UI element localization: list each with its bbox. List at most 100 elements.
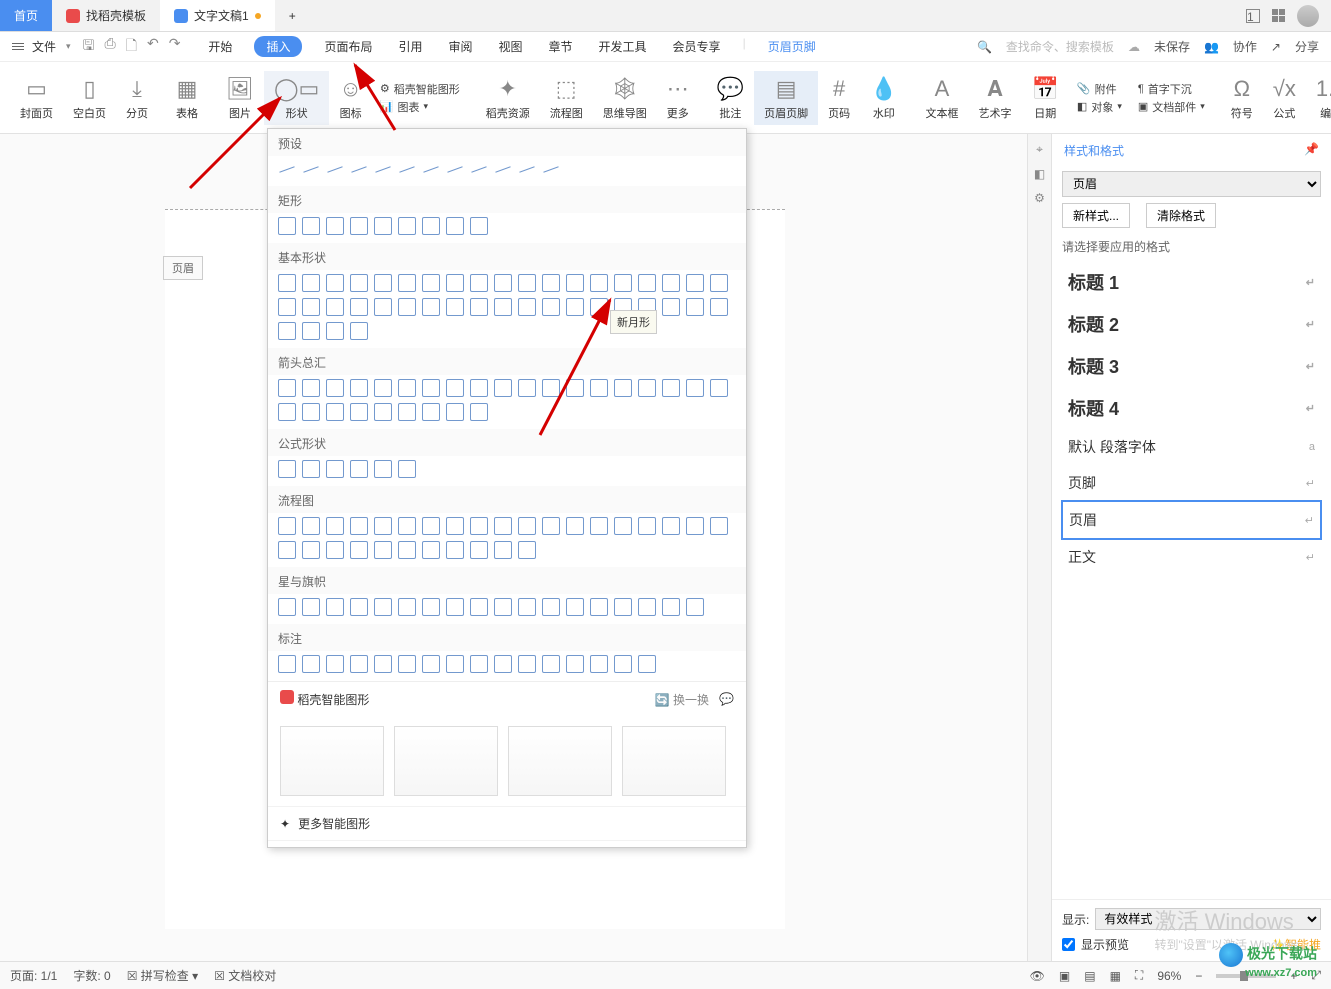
style-item[interactable]: 标题 2↵ xyxy=(1062,303,1321,345)
shape-item[interactable] xyxy=(470,598,488,616)
shape-item[interactable] xyxy=(470,160,488,178)
shape-item[interactable] xyxy=(302,217,320,235)
app-grid-icon[interactable] xyxy=(1272,9,1285,22)
textbox-button[interactable]: A文本框 xyxy=(916,71,969,125)
date-button[interactable]: 📅日期 xyxy=(1022,71,1069,125)
shape-item[interactable] xyxy=(470,517,488,535)
shape-item[interactable] xyxy=(590,274,608,292)
shape-item[interactable] xyxy=(350,274,368,292)
shape-item[interactable] xyxy=(710,274,728,292)
shape-item[interactable] xyxy=(686,598,704,616)
zoom-level[interactable]: 96% xyxy=(1157,969,1181,983)
shape-item[interactable] xyxy=(422,160,440,178)
share-button[interactable]: 分享 xyxy=(1295,38,1319,55)
shape-item[interactable] xyxy=(470,217,488,235)
shape-item[interactable] xyxy=(398,298,416,316)
shape-item[interactable] xyxy=(326,274,344,292)
shape-item[interactable] xyxy=(638,274,656,292)
view-mode-icon[interactable]: ▦ xyxy=(1110,969,1121,983)
shape-item[interactable] xyxy=(446,403,464,421)
shape-item[interactable] xyxy=(326,655,344,673)
shape-item[interactable] xyxy=(470,655,488,673)
style-item-selected[interactable]: 页眉↵ xyxy=(1062,501,1321,539)
shape-item[interactable] xyxy=(374,298,392,316)
shape-item[interactable] xyxy=(542,517,560,535)
shape-item[interactable] xyxy=(518,298,536,316)
tab-reference[interactable]: 引用 xyxy=(394,36,426,57)
shape-item[interactable] xyxy=(350,517,368,535)
shape-item[interactable] xyxy=(494,517,512,535)
page-break-button[interactable]: ⤓分页 xyxy=(116,71,158,125)
shape-item[interactable] xyxy=(374,160,392,178)
shape-item[interactable] xyxy=(398,598,416,616)
smart-shape-thumb[interactable] xyxy=(622,726,726,796)
shape-item[interactable] xyxy=(494,541,512,559)
shape-item[interactable] xyxy=(302,598,320,616)
shape-item[interactable] xyxy=(518,598,536,616)
tab-insert[interactable]: 插入 xyxy=(254,36,302,57)
shape-item[interactable] xyxy=(398,517,416,535)
tab-chapter[interactable]: 章节 xyxy=(545,36,577,57)
shape-item[interactable] xyxy=(446,655,464,673)
shape-item[interactable] xyxy=(638,517,656,535)
shape-item[interactable] xyxy=(662,517,680,535)
shape-item[interactable] xyxy=(566,655,584,673)
page-number-button[interactable]: #页码 xyxy=(818,71,860,125)
new-canvas[interactable]: ▢新建绘图画布(N) xyxy=(268,840,746,848)
vtool-icon[interactable]: ⚙ xyxy=(1034,191,1045,205)
shape-item[interactable] xyxy=(566,598,584,616)
shape-item[interactable] xyxy=(374,379,392,397)
save-icon[interactable]: 🖫 xyxy=(83,35,95,59)
tab-view[interactable]: 视图 xyxy=(495,36,527,57)
shape-item[interactable] xyxy=(326,298,344,316)
shape-item[interactable] xyxy=(302,517,320,535)
shape-item[interactable] xyxy=(350,541,368,559)
style-item[interactable]: 默认 段落字体a xyxy=(1062,429,1321,465)
shape-item[interactable] xyxy=(278,217,296,235)
word-count[interactable]: 字数: 0 xyxy=(73,967,110,984)
number-button[interactable]: 1.2编号 xyxy=(1306,71,1331,125)
shape-item[interactable] xyxy=(470,379,488,397)
clear-format-button[interactable]: 清除格式 xyxy=(1146,203,1216,228)
shape-item[interactable] xyxy=(374,274,392,292)
shape-item[interactable] xyxy=(662,379,680,397)
view-icon[interactable]: 👁 xyxy=(1030,969,1045,983)
new-style-button[interactable]: 新样式... xyxy=(1062,203,1130,228)
feedback-icon[interactable]: 💬 xyxy=(719,692,734,706)
docparts-button[interactable]: ▣文档部件▾ xyxy=(1138,99,1205,115)
header-footer-button[interactable]: ▤页眉页脚 xyxy=(754,71,818,125)
shape-item[interactable] xyxy=(422,217,440,235)
shape-item[interactable] xyxy=(374,655,392,673)
shape-item[interactable] xyxy=(422,274,440,292)
shape-item[interactable] xyxy=(374,403,392,421)
pin-icon[interactable]: 📌 xyxy=(1304,142,1319,159)
shape-item[interactable] xyxy=(326,379,344,397)
reading-mode-icon[interactable]: 1 xyxy=(1246,9,1260,23)
equation-button[interactable]: √x公式 xyxy=(1263,71,1306,125)
shape-item[interactable] xyxy=(470,298,488,316)
shape-item[interactable] xyxy=(494,160,512,178)
shape-item[interactable] xyxy=(350,655,368,673)
shape-item[interactable] xyxy=(398,655,416,673)
shape-item[interactable] xyxy=(518,655,536,673)
shape-item[interactable] xyxy=(494,274,512,292)
zoom-out[interactable]: − xyxy=(1195,969,1202,983)
shape-item[interactable] xyxy=(398,541,416,559)
shape-item[interactable] xyxy=(494,379,512,397)
shape-item[interactable] xyxy=(350,322,368,340)
shape-item[interactable] xyxy=(302,298,320,316)
shape-item[interactable] xyxy=(350,598,368,616)
shape-item[interactable] xyxy=(350,460,368,478)
shape-item[interactable] xyxy=(374,517,392,535)
flowchart-button[interactable]: ⬚流程图 xyxy=(540,71,593,125)
shape-item[interactable] xyxy=(422,655,440,673)
shape-item[interactable] xyxy=(302,403,320,421)
shape-item[interactable] xyxy=(494,655,512,673)
tab-home[interactable]: 首页 xyxy=(0,0,52,31)
smart-shape-thumb[interactable] xyxy=(280,726,384,796)
header-tag[interactable]: 页眉 xyxy=(163,256,203,280)
tab-document[interactable]: 文字文稿1 xyxy=(160,0,275,31)
shape-item[interactable] xyxy=(278,274,296,292)
shape-item[interactable] xyxy=(662,274,680,292)
shape-item[interactable] xyxy=(422,379,440,397)
